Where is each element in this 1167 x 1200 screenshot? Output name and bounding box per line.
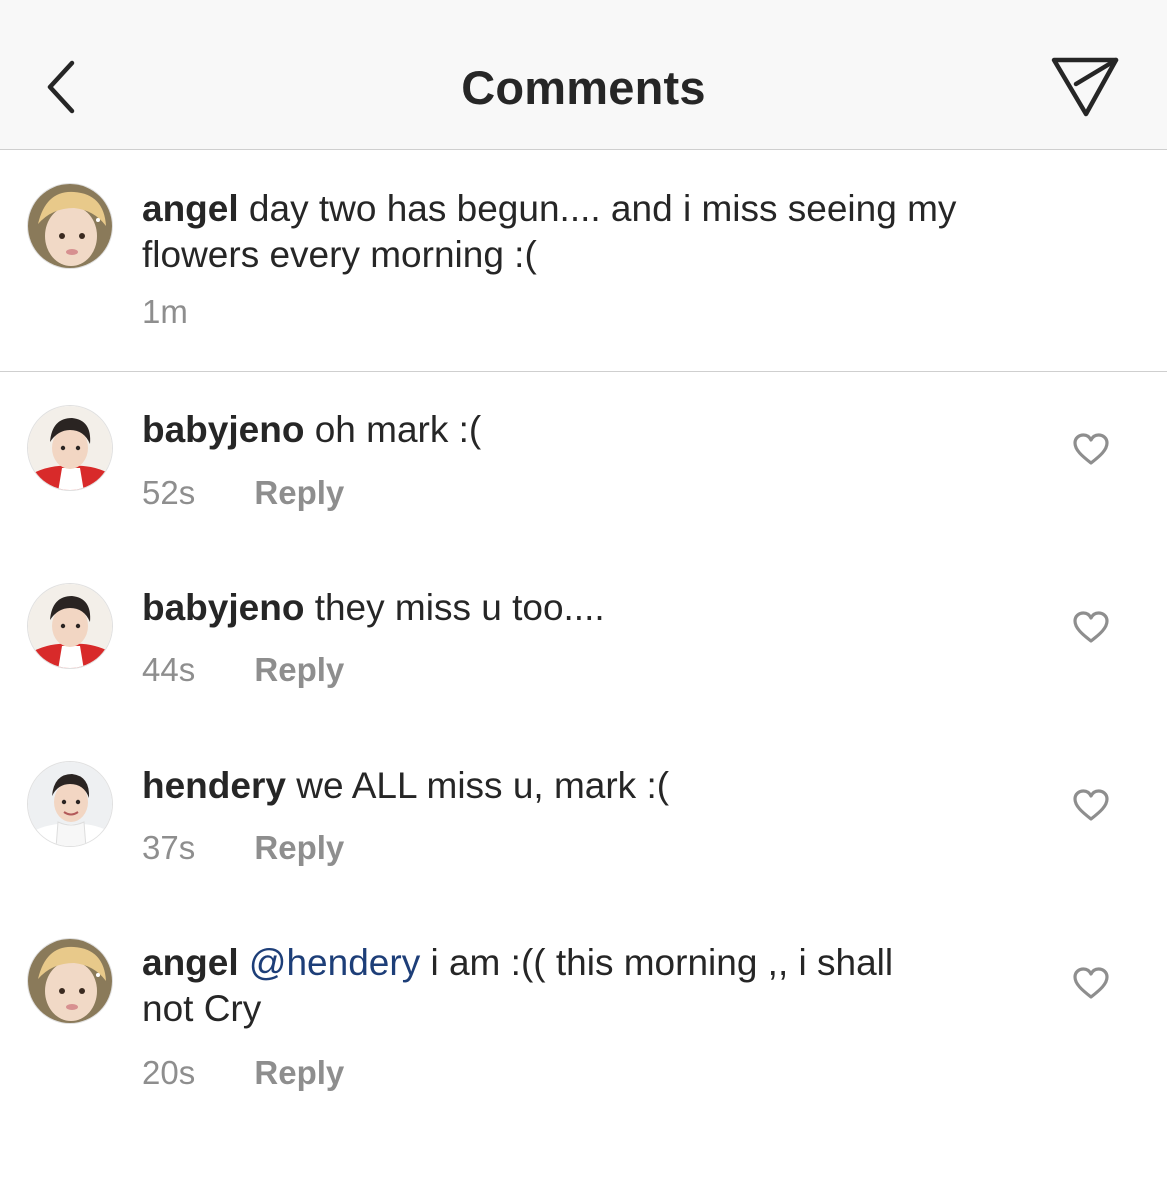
- heart-icon: [1073, 611, 1109, 643]
- username-link[interactable]: babyjeno: [142, 409, 304, 450]
- avatar[interactable]: [27, 405, 113, 491]
- avatar[interactable]: [27, 583, 113, 669]
- reply-button[interactable]: Reply: [254, 1054, 344, 1091]
- comment-body: we ALL miss u, mark :(: [296, 765, 670, 806]
- heart-icon: [1073, 789, 1109, 821]
- page-title: Comments: [461, 61, 706, 114]
- comment-item: angel @hendery i am :(( this morning ,, …: [0, 906, 1167, 1106]
- reply-button[interactable]: Reply: [254, 829, 344, 866]
- comment-text: angel @hendery i am :(( this morning ,, …: [142, 940, 893, 1032]
- comment-timestamp: 52s: [142, 474, 196, 511]
- caption-body-line2: flowers every morning :(: [142, 234, 537, 275]
- caption-body: day two has begun.... and i miss seeing …: [248, 188, 957, 229]
- comment-timestamp: 20s: [142, 1054, 196, 1091]
- username-link[interactable]: hendery: [142, 765, 286, 806]
- comment-item: babyjeno they miss u too.... 44s Reply: [0, 550, 1167, 728]
- comment-meta: 52s Reply: [142, 474, 344, 512]
- paper-plane-icon: [1051, 57, 1119, 117]
- post-caption: angel day two has begun.... and i miss s…: [0, 151, 1167, 372]
- comment-timestamp: 37s: [142, 829, 196, 866]
- username-link[interactable]: angel: [142, 942, 239, 983]
- like-button[interactable]: [1072, 788, 1110, 822]
- avatar[interactable]: [27, 183, 113, 269]
- mention-link[interactable]: @hendery: [249, 942, 420, 983]
- comment-meta: 37s Reply: [142, 829, 344, 867]
- comment-text: hendery we ALL miss u, mark :(: [142, 763, 669, 809]
- comment-item: hendery we ALL miss u, mark :( 37s Reply: [0, 728, 1167, 906]
- caption-text: angel day two has begun.... and i miss s…: [142, 186, 956, 278]
- reply-button[interactable]: Reply: [254, 651, 344, 688]
- comment-body-line2: not Cry: [142, 988, 262, 1029]
- username-link[interactable]: angel: [142, 188, 239, 229]
- share-button[interactable]: [1048, 54, 1124, 120]
- heart-icon: [1073, 433, 1109, 465]
- reply-button[interactable]: Reply: [254, 474, 344, 511]
- top-bar: Comments: [0, 0, 1167, 150]
- username-link[interactable]: babyjeno: [142, 587, 304, 628]
- comment-text: babyjeno they miss u too....: [142, 585, 605, 631]
- comment-text: babyjeno oh mark :(: [142, 407, 481, 453]
- comment-timestamp: 44s: [142, 651, 196, 688]
- comment-body: oh mark :(: [314, 409, 482, 450]
- comment-body: they miss u too....: [314, 587, 605, 628]
- heart-icon: [1073, 967, 1109, 999]
- caption-timestamp: 1m: [142, 293, 188, 330]
- avatar[interactable]: [27, 938, 113, 1024]
- like-button[interactable]: [1072, 610, 1110, 644]
- comment-body: i am :(( this morning ,, i shall: [430, 942, 894, 983]
- avatar[interactable]: [27, 761, 113, 847]
- like-button[interactable]: [1072, 432, 1110, 466]
- comment-item: babyjeno oh mark :( 52s Reply: [0, 372, 1167, 550]
- comment-meta: 20s Reply: [142, 1054, 344, 1092]
- comment-meta: 44s Reply: [142, 651, 344, 689]
- like-button[interactable]: [1072, 966, 1110, 1000]
